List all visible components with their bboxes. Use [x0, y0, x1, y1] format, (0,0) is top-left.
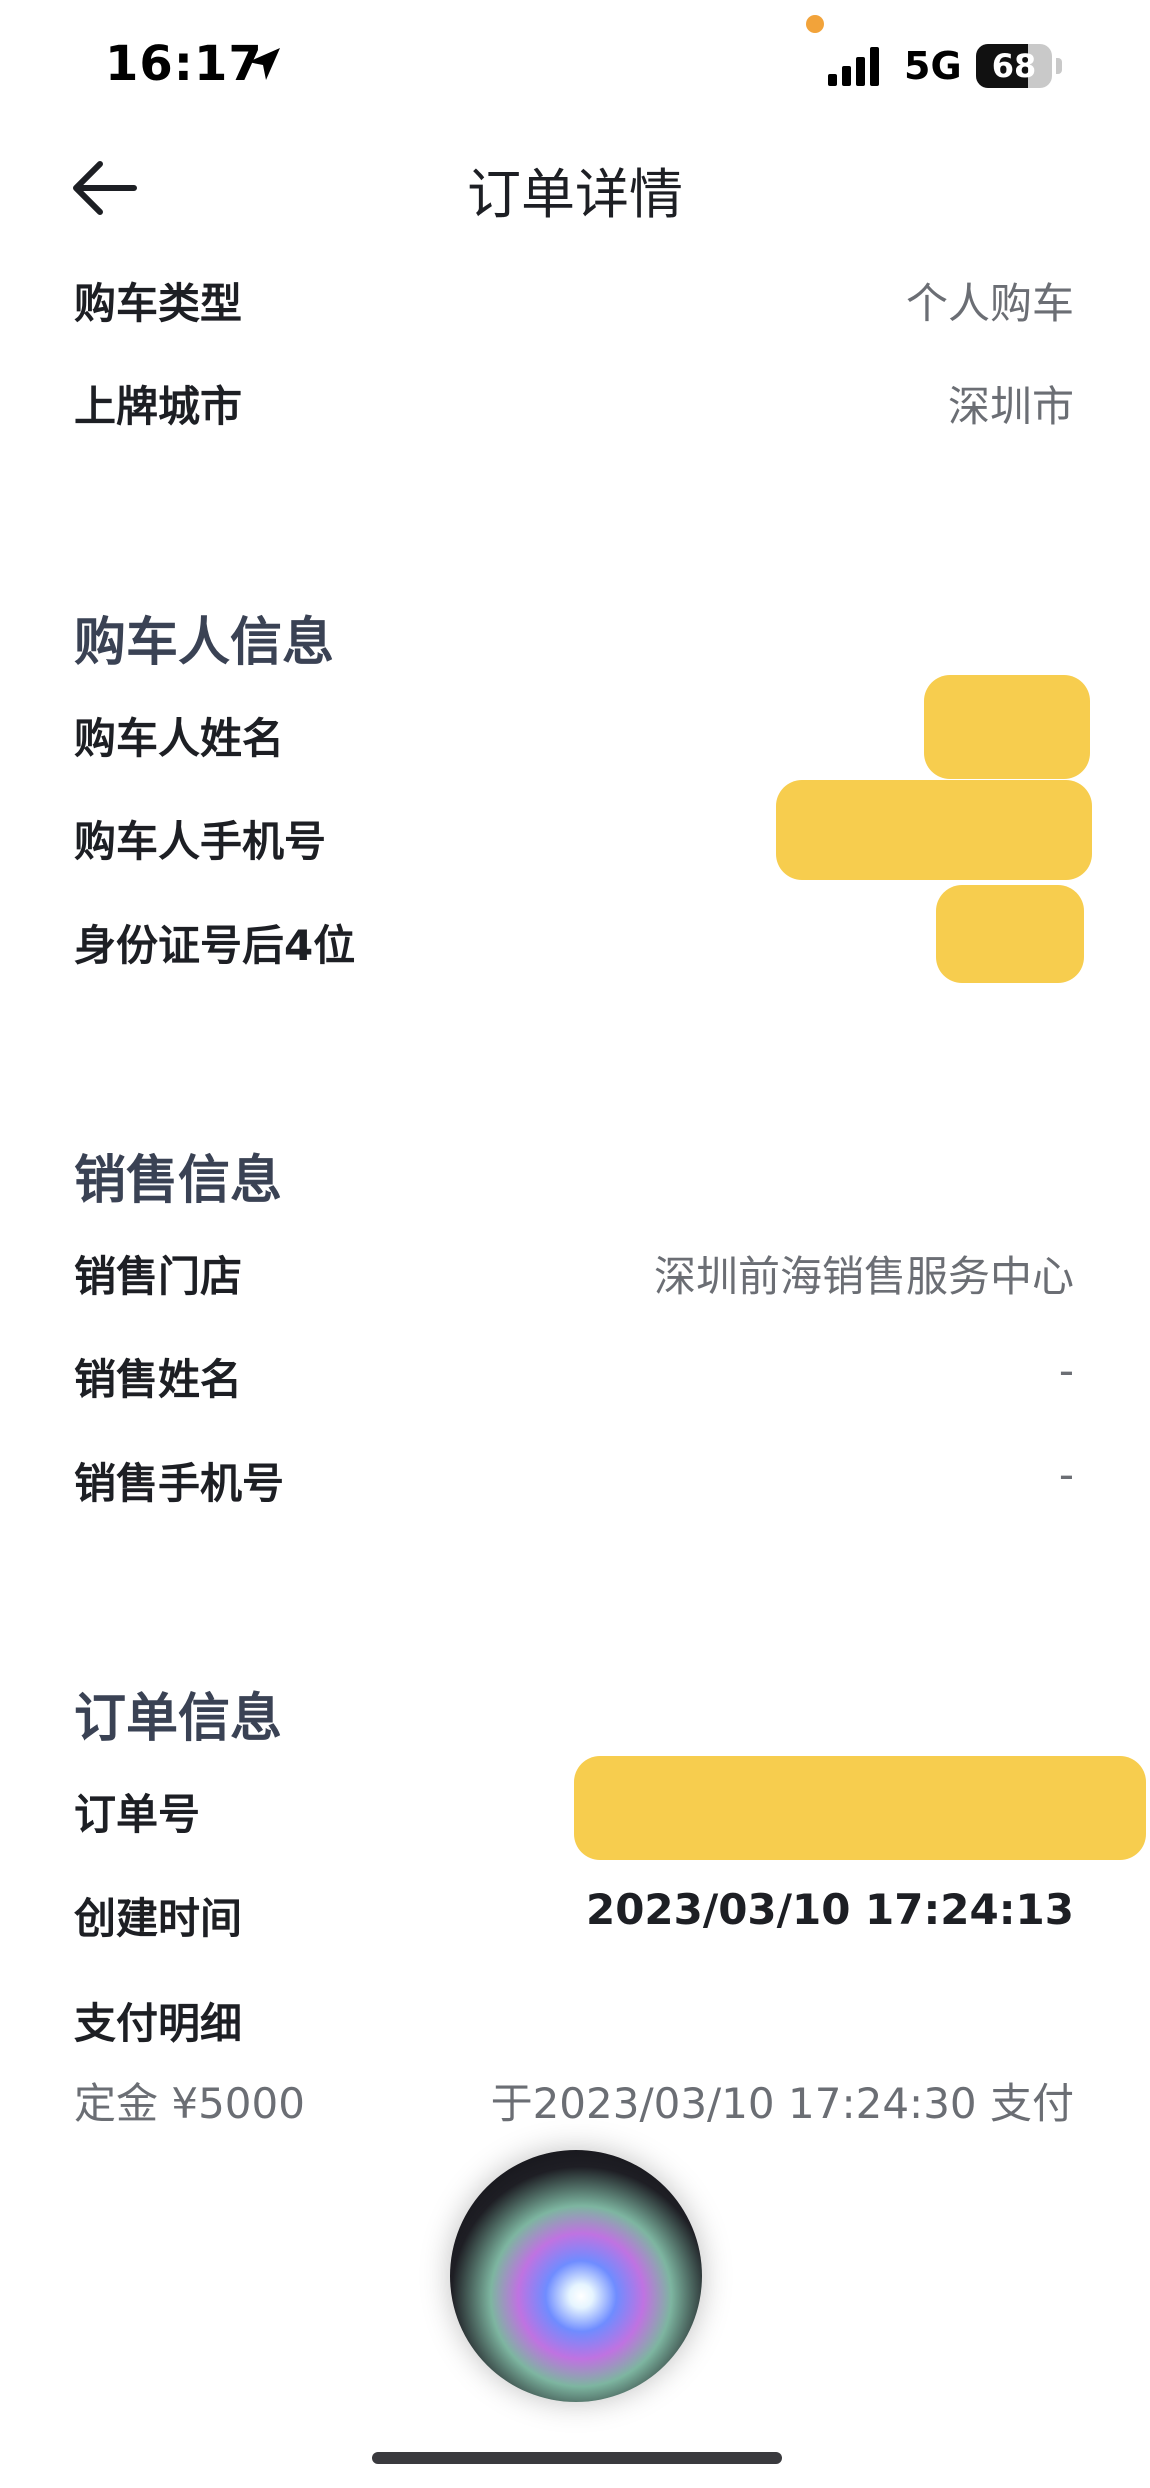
row-sales-phone: 销售手机号 - — [74, 1450, 1074, 1520]
status-time: 16:17 — [105, 36, 263, 92]
row-label: 身份证号后4位 — [74, 921, 356, 970]
page-title: 订单详情 — [467, 163, 683, 226]
row-label: 购车类型 — [74, 279, 243, 328]
payment-time: 于2023/03/10 17:24:30 支付 — [490, 2079, 1074, 2128]
redaction-buyer-id — [936, 885, 1084, 983]
privacy-indicator-dot — [806, 15, 824, 33]
row-value: 2023/03/10 17:24:13 — [585, 1885, 1074, 1934]
row-label: 上牌城市 — [74, 382, 243, 431]
row-sales-name: 销售姓名 - — [74, 1346, 1074, 1416]
row-buyer-id-last4: 身份证号后4位 — [74, 912, 1074, 982]
row-label: 销售门店 — [74, 1252, 243, 1301]
row-label: 订单号 — [74, 1790, 201, 1839]
section-title-buyer: 购车人信息 — [74, 613, 335, 673]
cellular-signal-icon — [828, 47, 879, 86]
redaction-order-number — [574, 1756, 1146, 1860]
battery-percentage: 68 — [991, 47, 1037, 85]
row-label: 创建时间 — [74, 1894, 243, 1943]
row-value: 个人购车 — [905, 279, 1074, 328]
row-purchase-type: 购车类型 个人购车 — [74, 270, 1074, 340]
row-value: 深圳市 — [947, 382, 1074, 431]
row-value: - — [1058, 1450, 1074, 1499]
network-type: 5G — [904, 44, 962, 88]
home-indicator[interactable] — [372, 2452, 782, 2464]
row-label: 支付明细 — [74, 1999, 243, 2048]
row-created-time: 创建时间 2023/03/10 17:24:13 — [74, 1885, 1074, 1955]
row-label: 购车人姓名 — [74, 714, 285, 763]
location-arrow-icon — [248, 48, 280, 80]
row-label: 购车人手机号 — [74, 817, 327, 866]
row-payment-details: 支付明细 — [74, 1990, 1074, 2060]
section-title-order: 订单信息 — [74, 1689, 283, 1749]
redaction-buyer-name — [924, 675, 1090, 779]
section-title-sales: 销售信息 — [74, 1151, 283, 1211]
row-registration-city: 上牌城市 深圳市 — [74, 373, 1074, 443]
deposit-amount: 定金 ¥5000 — [74, 2079, 305, 2128]
row-sales-store: 销售门店 深圳前海销售服务中心 — [74, 1243, 1074, 1313]
row-label: 销售姓名 — [74, 1355, 243, 1404]
row-value: - — [1058, 1346, 1074, 1395]
row-value: 深圳前海销售服务中心 — [653, 1252, 1074, 1301]
siri-orb-icon[interactable] — [450, 2150, 702, 2402]
battery-icon: 68 — [976, 44, 1064, 88]
redaction-buyer-phone — [776, 780, 1092, 880]
row-label: 销售手机号 — [74, 1459, 285, 1508]
